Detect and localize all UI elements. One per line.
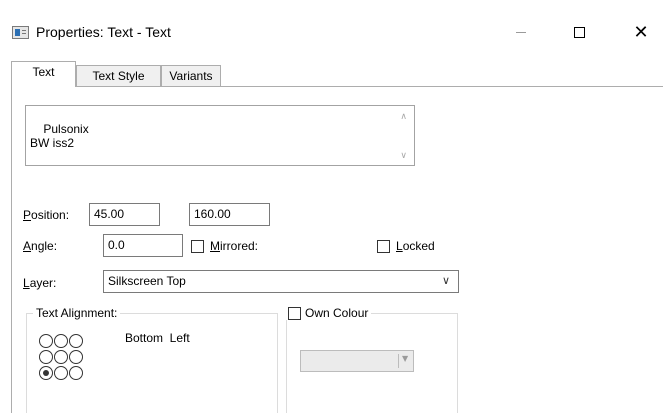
text-tab-panel: Pulsonix BW iss2 ∧ ∨ Position: 45.00 160… bbox=[11, 86, 663, 413]
locked-checkbox[interactable] bbox=[377, 240, 390, 253]
position-label-text: osition: bbox=[31, 208, 70, 222]
text-alignment-group: Text Alignment: Bottom Left bbox=[26, 306, 278, 413]
own-colour-legend: Own Colour bbox=[285, 306, 372, 320]
chevron-down-icon: ▼ bbox=[402, 354, 409, 363]
scroll-down-icon[interactable]: ∨ bbox=[400, 149, 407, 163]
chevron-down-icon: ∨ bbox=[441, 274, 450, 287]
layer-dropdown[interactable]: Silkscreen Top ∨ bbox=[103, 270, 459, 293]
scroll-up-icon[interactable]: ∧ bbox=[400, 110, 407, 124]
text-alignment-legend: Text Alignment: bbox=[33, 306, 121, 320]
layer-value: Silkscreen Top bbox=[108, 274, 186, 288]
align-bottom-left-radio[interactable] bbox=[39, 366, 53, 380]
colour-picker-dropdown[interactable]: ▼ bbox=[300, 350, 414, 372]
locked-label-mnemonic: L bbox=[396, 239, 403, 253]
mirrored-label: Mirrored: bbox=[210, 239, 258, 253]
close-icon: ✕ bbox=[633, 21, 649, 43]
locked-label: Locked bbox=[396, 239, 435, 253]
maximize-icon bbox=[573, 26, 585, 38]
colour-picker-separator bbox=[398, 354, 399, 368]
align-bottom-center-radio[interactable] bbox=[54, 366, 68, 380]
layer-label-text: ayer: bbox=[29, 276, 57, 290]
angle-label: Angle: bbox=[23, 239, 57, 253]
own-colour-group: Own Colour ▼ bbox=[285, 306, 458, 413]
layer-label: Layer: bbox=[23, 276, 56, 290]
position-label: Position: bbox=[23, 208, 69, 222]
align-middle-left-radio[interactable] bbox=[39, 350, 53, 364]
align-bottom-right-radio[interactable] bbox=[69, 366, 83, 380]
tab-variants[interactable]: Variants bbox=[161, 65, 221, 86]
text-content-area[interactable]: Pulsonix BW iss2 ∧ ∨ bbox=[25, 105, 415, 166]
align-top-right-radio[interactable] bbox=[69, 334, 83, 348]
properties-window-icon bbox=[12, 26, 29, 39]
align-middle-right-radio[interactable] bbox=[69, 350, 83, 364]
angle-label-mnemonic: A bbox=[23, 239, 32, 253]
text-content: Pulsonix BW iss2 bbox=[30, 122, 89, 150]
maximize-button[interactable] bbox=[556, 18, 602, 46]
tab-text-style[interactable]: Text Style bbox=[76, 65, 161, 86]
mirrored-label-text: irrored: bbox=[220, 239, 259, 253]
position-x-input[interactable]: 45.00 bbox=[89, 203, 160, 226]
align-top-center-radio[interactable] bbox=[54, 334, 68, 348]
minimize-button[interactable] bbox=[498, 18, 544, 46]
title-bar: Properties: Text - Text ✕ bbox=[0, 0, 664, 60]
locked-label-text: ocked bbox=[402, 239, 435, 253]
minimize-icon bbox=[516, 31, 526, 33]
close-button[interactable]: ✕ bbox=[618, 18, 664, 46]
tab-text[interactable]: Text bbox=[11, 61, 76, 87]
window-title: Properties: Text - Text bbox=[36, 24, 171, 40]
position-label-mnemonic: P bbox=[23, 208, 32, 222]
mirrored-checkbox[interactable] bbox=[191, 240, 204, 253]
own-colour-label: Own Colour bbox=[305, 306, 369, 320]
layer-label-mnemonic: L bbox=[23, 276, 30, 290]
align-top-left-radio[interactable] bbox=[39, 334, 53, 348]
selected-alignment-text: Bottom Left bbox=[125, 331, 190, 345]
angle-label-text: ngle: bbox=[31, 239, 58, 253]
align-middle-center-radio[interactable] bbox=[54, 350, 68, 364]
angle-input[interactable]: 0.0 bbox=[103, 234, 183, 257]
position-y-input[interactable]: 160.00 bbox=[189, 203, 270, 226]
own-colour-checkbox[interactable] bbox=[288, 306, 301, 320]
mirrored-label-mnemonic: M bbox=[210, 239, 220, 253]
